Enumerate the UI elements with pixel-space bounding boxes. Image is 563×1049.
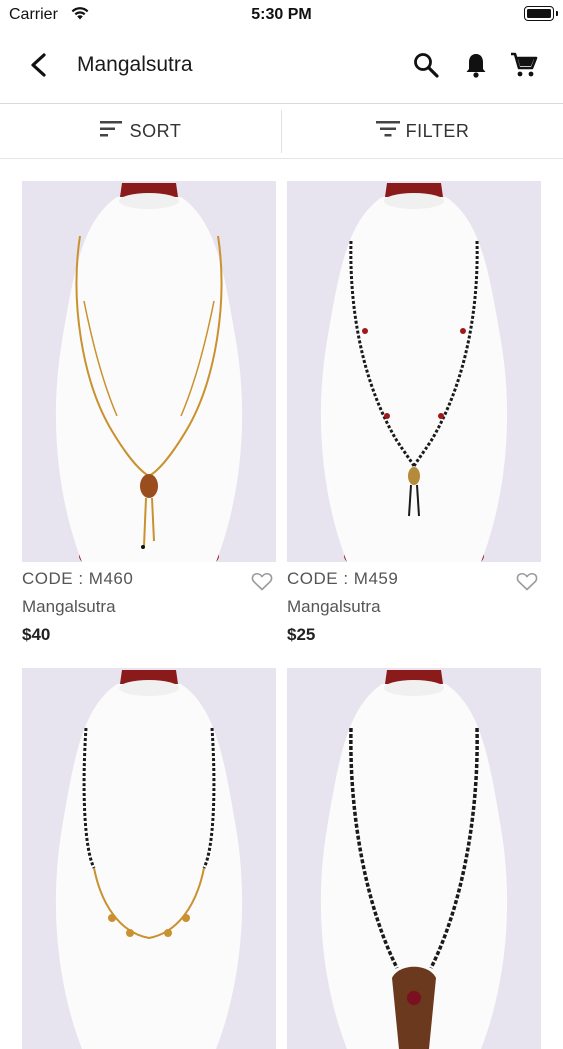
product-name: Mangalsutra (22, 597, 116, 616)
filter-button[interactable]: FILTER (282, 104, 563, 159)
filter-label: FILTER (405, 121, 470, 141)
status-bar: Carrier 5:30 PM (0, 0, 563, 30)
heart-icon[interactable] (250, 569, 274, 593)
search-icon[interactable] (411, 50, 441, 80)
cart-icon[interactable] (509, 50, 539, 80)
product-name: Mangalsutra (287, 597, 381, 616)
product-code: CODE : M460 (22, 569, 134, 588)
filter-icon (375, 120, 400, 143)
product-image[interactable] (22, 181, 276, 562)
sort-button[interactable]: SORT (0, 104, 281, 159)
clock: 5:30 PM (251, 6, 312, 23)
sort-label: SORT (129, 121, 182, 141)
page-title: Mangalsutra (77, 53, 193, 76)
back-arrow-icon[interactable] (22, 48, 56, 82)
product-code: CODE : M459 (287, 569, 399, 588)
product-price: $25 (287, 625, 316, 644)
heart-icon[interactable] (515, 569, 539, 593)
sort-filter-bar: SORT FILTER (0, 104, 563, 159)
bell-icon[interactable] (461, 50, 491, 80)
app-header: Mangalsutra (0, 30, 563, 103)
product-image[interactable] (287, 181, 541, 562)
product-image[interactable] (22, 668, 276, 1049)
product-image[interactable] (287, 668, 541, 1049)
product-price: $40 (22, 625, 51, 644)
sort-icon (99, 120, 124, 143)
battery-icon (524, 6, 558, 21)
